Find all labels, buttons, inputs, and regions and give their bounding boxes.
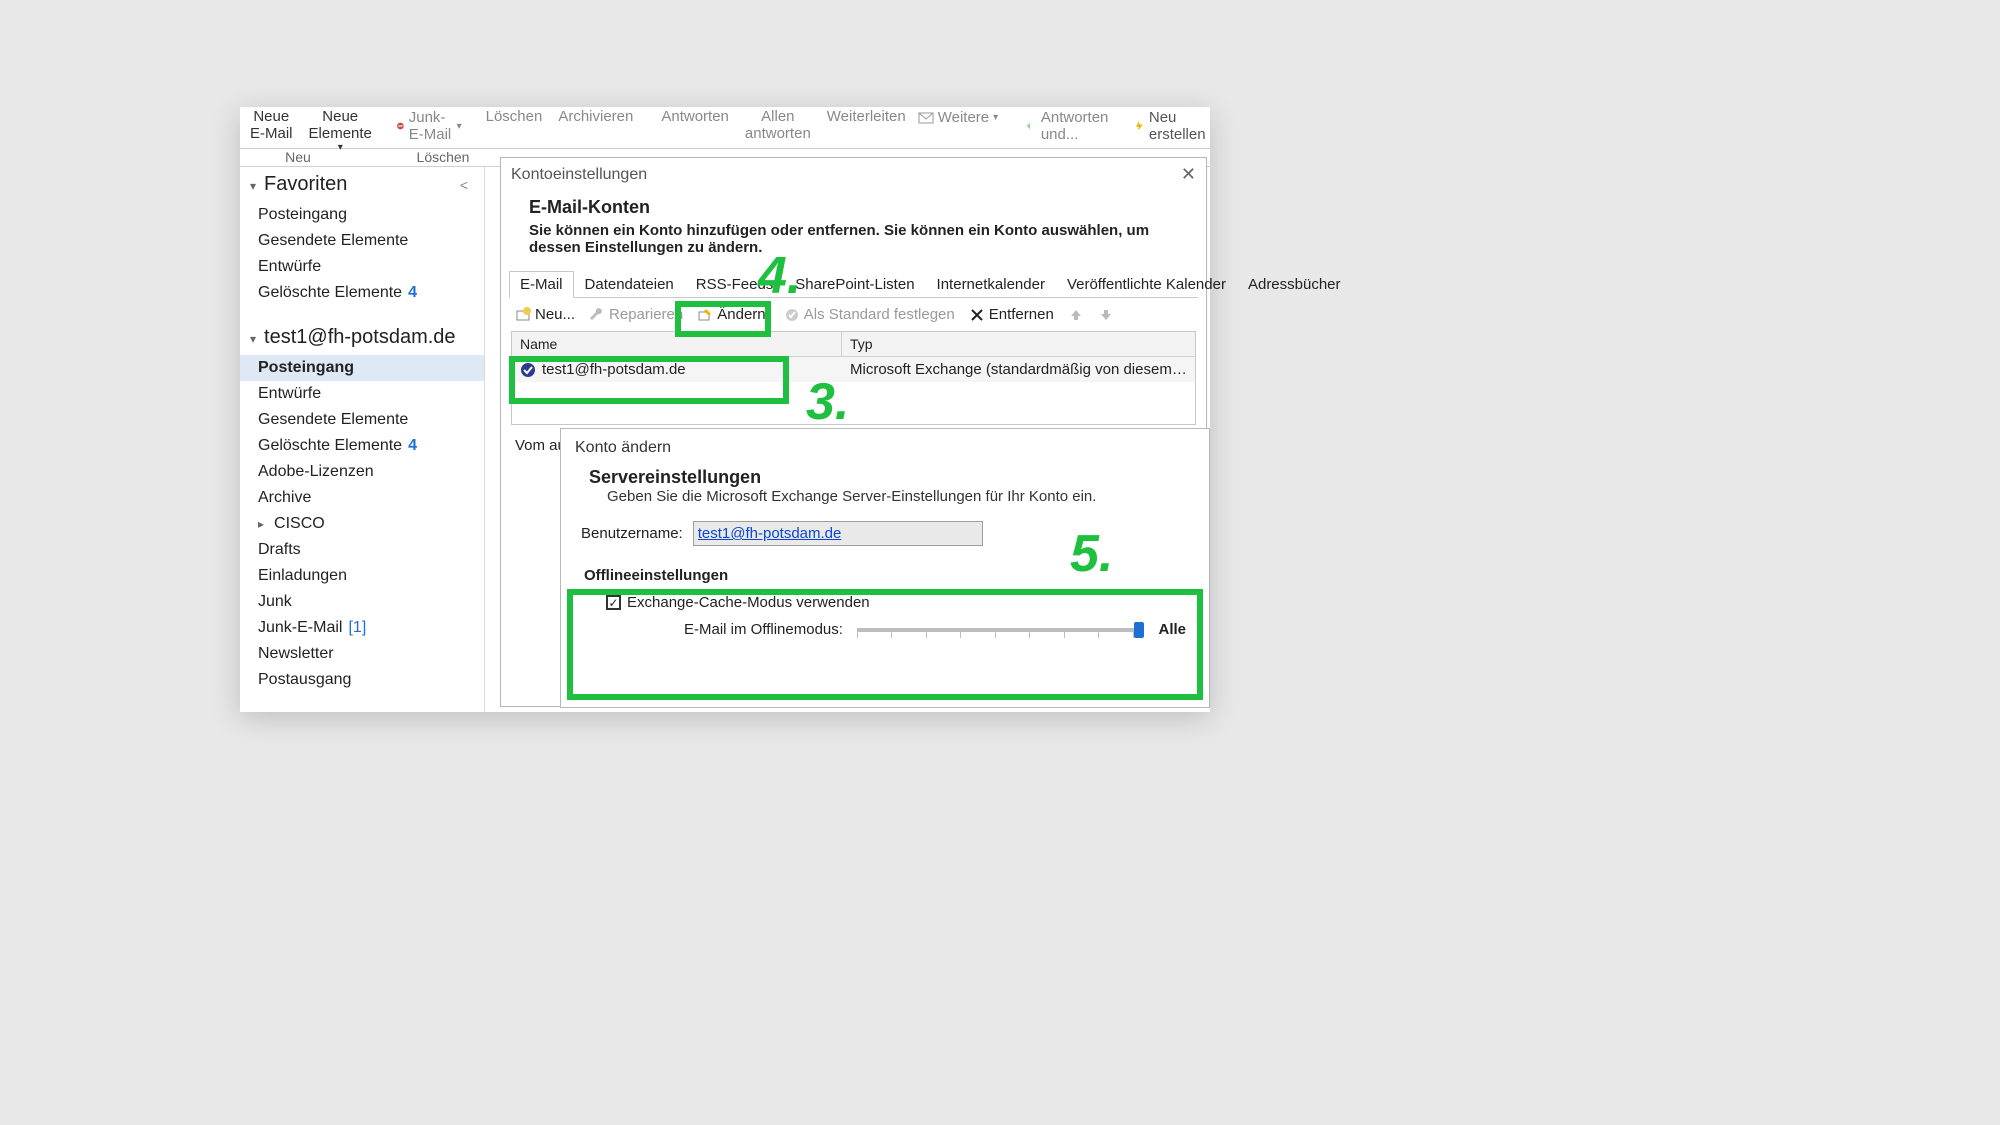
sidebar-item-invites[interactable]: Einladungen <box>240 563 484 589</box>
new-account-button[interactable]: Neu... <box>515 306 575 323</box>
sidebar-item-adobe[interactable]: Adobe-Lizenzen <box>240 459 484 485</box>
ribbon: Neue E-Mail Neue Elemente▾ Junk-E-Mail▾ … <box>240 107 1210 149</box>
default-button[interactable]: Als Standard festlegen <box>784 306 955 323</box>
sidebar-item-sent-fav[interactable]: Gesendete Elemente <box>240 228 484 254</box>
dialog-title: Kontoeinstellungen <box>511 166 647 184</box>
folder-sidebar: Favoriten < Posteingang Gesendete Elemen… <box>240 167 485 712</box>
more-button[interactable]: Weitere▾ <box>918 109 998 126</box>
archive-button[interactable]: Archivieren <box>554 109 637 126</box>
change-button[interactable]: Ändern. <box>697 306 770 323</box>
col-type: Typ <box>842 332 1195 356</box>
change-icon <box>697 307 713 323</box>
accounts-desc: Sie können ein Konto hinzufügen oder ent… <box>529 222 1186 256</box>
offline-slider[interactable] <box>857 628 1145 632</box>
sidebar-item-deleted-fav[interactable]: Gelöschte Elemente4 <box>240 280 484 306</box>
arrow-down-icon <box>1098 307 1114 323</box>
sidebar-item-inbox-fav[interactable]: Posteingang <box>240 202 484 228</box>
sidebar-item-inbox[interactable]: Posteingang <box>240 355 484 381</box>
sidebar-item-outbox[interactable]: Postausgang <box>240 667 484 693</box>
favorites-header[interactable]: Favoriten < <box>240 167 484 202</box>
account-name: test1@fh-potsdam.de <box>542 361 686 378</box>
forward-button[interactable]: Weiterleiten <box>823 109 910 126</box>
remove-icon <box>969 307 985 323</box>
new-icon <box>515 307 531 323</box>
reply-button[interactable]: Antworten <box>657 109 733 126</box>
dialog-tabs: E-Mail Datendateien RSS-Feeds SharePoint… <box>509 270 1198 298</box>
new-items-button[interactable]: Neue Elemente▾ <box>305 109 376 153</box>
lightning-icon <box>1134 118 1145 134</box>
tab-internetcal[interactable]: Internetkalender <box>926 271 1056 298</box>
server-settings-heading: Servereinstellungen <box>589 467 1189 488</box>
sidebar-item-junk-email[interactable]: Junk-E-Mail[1] <box>240 615 484 641</box>
default-check-icon <box>520 362 536 378</box>
move-down-button[interactable] <box>1098 307 1114 323</box>
cache-mode-checkbox[interactable]: ✓ <box>606 595 621 610</box>
check-icon <box>784 307 800 323</box>
slider-thumb[interactable] <box>1134 622 1144 638</box>
sidebar-item-sent[interactable]: Gesendete Elemente <box>240 407 484 433</box>
offline-heading: Offlineeinstellungen <box>584 567 1186 584</box>
wrench-icon <box>589 307 605 323</box>
change-dialog-title: Konto ändern <box>561 429 1209 463</box>
tab-rss[interactable]: RSS-Feeds <box>685 271 785 298</box>
sidebar-item-cisco[interactable]: CISCO <box>240 511 484 537</box>
arrow-up-icon <box>1068 307 1084 323</box>
tab-pubcal[interactable]: Veröffentlichte Kalender <box>1056 271 1237 298</box>
sidebar-item-drafts2[interactable]: Drafts <box>240 537 484 563</box>
junk-mail-button[interactable]: Junk-E-Mail▾ <box>396 109 462 143</box>
account-row[interactable]: test1@fh-potsdam.de Microsoft Exchange (… <box>512 357 1195 382</box>
repair-button[interactable]: Reparieren <box>589 306 683 323</box>
accounts-heading: E-Mail-Konten <box>529 197 1186 218</box>
reply-all-button[interactable]: Allen antworten <box>741 109 815 142</box>
tab-datafiles[interactable]: Datendateien <box>574 271 685 298</box>
sidebar-item-drafts-fav[interactable]: Entwürfe <box>240 254 484 280</box>
tab-addressbooks[interactable]: Adressbücher <box>1237 271 1352 298</box>
server-settings-desc: Geben Sie die Microsoft Exchange Server-… <box>589 488 1189 505</box>
collapse-icon[interactable]: < <box>460 177 474 193</box>
username-label: Benutzername: <box>581 525 683 542</box>
offline-settings-group: Offlineeinstellungen ✓ Exchange-Cache-Mo… <box>569 558 1201 653</box>
account-type: Microsoft Exchange (standardmäßig von di… <box>842 357 1195 382</box>
username-input[interactable] <box>693 521 983 546</box>
move-up-button[interactable] <box>1068 307 1084 323</box>
sidebar-item-archive[interactable]: Archive <box>240 485 484 511</box>
new-create-button[interactable]: Neu erstellen <box>1134 109 1210 143</box>
new-mail-button[interactable]: Neue E-Mail <box>246 109 297 142</box>
delete-button[interactable]: Löschen <box>482 109 547 126</box>
remove-button[interactable]: Entfernen <box>969 306 1054 323</box>
cache-mode-label: Exchange-Cache-Modus verwenden <box>627 594 870 611</box>
account-header[interactable]: test1@fh-potsdam.de <box>240 320 484 355</box>
change-account-dialog: Konto ändern Servereinstellungen Geben S… <box>560 428 1210 708</box>
dialog-toolbar: Neu... Reparieren Ändern. Als Standard f… <box>501 298 1206 331</box>
sidebar-item-newsletter[interactable]: Newsletter <box>240 641 484 667</box>
accounts-table: Name Typ test1@fh-potsdam.de Microsoft E… <box>511 331 1196 425</box>
reply-icon <box>1026 118 1037 134</box>
mail-icon <box>918 110 934 126</box>
sidebar-item-deleted[interactable]: Gelöschte Elemente4 <box>240 433 484 459</box>
sidebar-item-junk[interactable]: Junk <box>240 589 484 615</box>
reply-and-button[interactable]: Antworten und... <box>1026 109 1114 143</box>
close-icon[interactable]: ✕ <box>1181 164 1196 185</box>
col-name: Name <box>512 332 842 356</box>
sidebar-item-drafts[interactable]: Entwürfe <box>240 381 484 407</box>
tab-email[interactable]: E-Mail <box>509 271 574 298</box>
slider-value: Alle <box>1158 621 1186 638</box>
slider-label: E-Mail im Offlinemodus: <box>684 621 843 638</box>
group-new-label: Neu <box>248 149 348 166</box>
junk-icon <box>396 118 405 134</box>
tab-sharepoint[interactable]: SharePoint-Listen <box>784 271 925 298</box>
